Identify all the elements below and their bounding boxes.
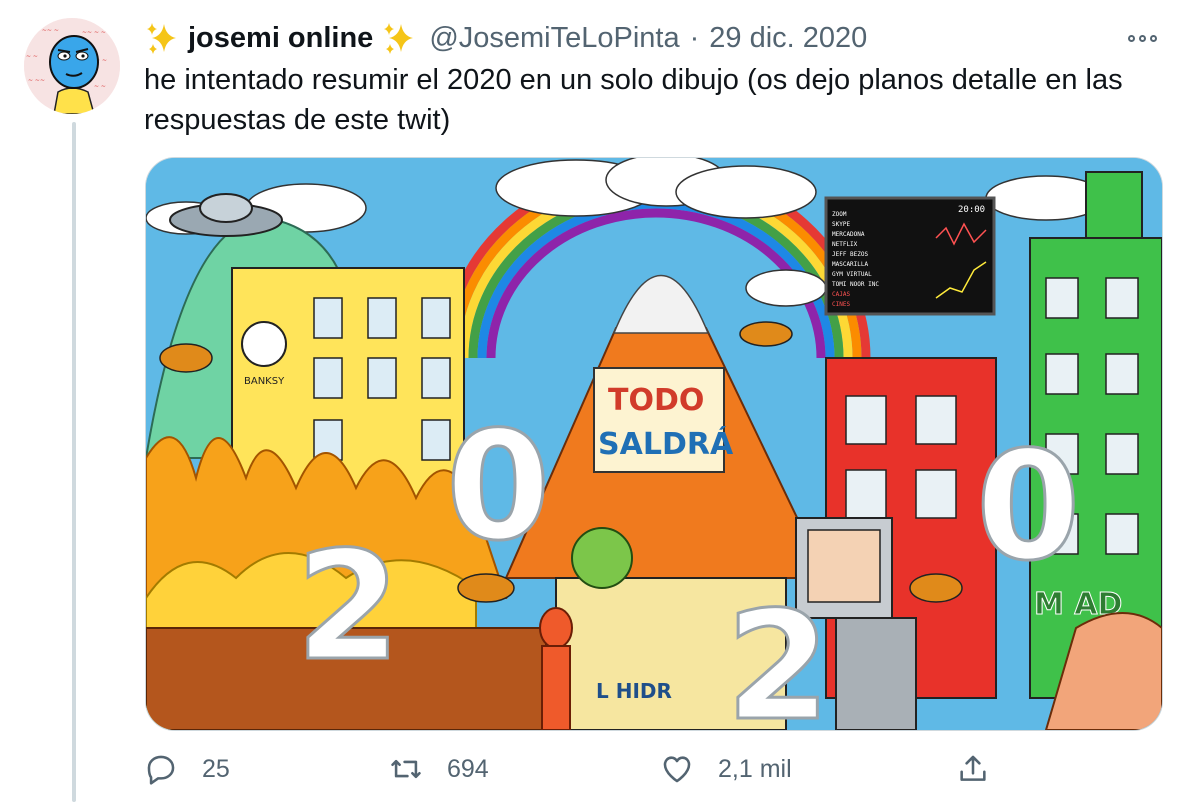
reply-button[interactable]: 25 (144, 744, 230, 794)
author-display-name[interactable]: josemi online (188, 18, 373, 58)
more-options-icon[interactable] (1122, 24, 1162, 52)
banksy-label: BANKSY (244, 376, 285, 387)
retweet-icon (391, 759, 421, 779)
svg-text:0: 0 (446, 400, 550, 574)
like-count: 2,1 mil (718, 754, 792, 783)
illustration: BANKSY TODO SALDRÁ 20:00 ZOOM SKYPE MERCAD… (146, 158, 1162, 730)
tweet-text: he intentado resumir el 2020 en un solo … (144, 64, 1123, 136)
svg-text:2: 2 (726, 580, 830, 730)
author-avatar[interactable]: ~ ~ ~~ ~~~ ~ ~ ~ ~~~ ~ ~ ~~~ ~ (24, 18, 120, 114)
retweet-button[interactable]: 694 (389, 744, 489, 794)
reply-icon (147, 755, 175, 785)
tweet-media-image[interactable]: BANKSY TODO SALDRÁ 20:00 ZOOM SKYPE MERCAD… (145, 157, 1163, 731)
svg-text:CINES: CINES (832, 301, 850, 308)
heart-icon (663, 756, 691, 783)
svg-text:0: 0 (976, 420, 1080, 594)
sparkles-icon (381, 20, 417, 56)
svg-text:~ ~: ~ ~ (94, 83, 106, 90)
tweet-header: josemi online @JosemiTeLoPinta · 29 dic.… (144, 18, 867, 58)
thread-line (72, 122, 76, 802)
svg-text:GYM VIRTUAL: GYM VIRTUAL (832, 271, 872, 278)
svg-text:~ ~~: ~ ~~ (28, 77, 45, 84)
like-button[interactable]: 2,1 mil (660, 744, 792, 794)
svg-text:JEFF BEZOS: JEFF BEZOS (832, 251, 869, 258)
separator-dot: · (689, 22, 700, 54)
svg-text:~~ ~ ~: ~~ ~ ~ (82, 29, 106, 36)
board-time: 20:00 (958, 205, 985, 215)
reply-count: 25 (202, 754, 230, 783)
svg-text:ZOOM: ZOOM (832, 211, 847, 218)
svg-text:~ ~: ~ ~ (26, 53, 38, 60)
svg-text:CAJAS: CAJAS (832, 291, 850, 298)
cartoon-avatar-icon: ~ ~ ~~ ~~~ ~ ~ ~ ~~~ ~ ~ ~~~ ~ (24, 18, 120, 114)
svg-text:MERCADONA: MERCADONA (832, 231, 865, 238)
share-button[interactable] (956, 744, 1014, 794)
svg-text:NETFLIX: NETFLIX (832, 241, 858, 248)
svg-text:SKYPE: SKYPE (832, 221, 850, 228)
tweet-actions: 25 694 2,1 mil (144, 744, 1164, 794)
svg-text:2: 2 (296, 520, 400, 694)
author-handle[interactable]: @JosemiTeLoPinta (429, 18, 679, 58)
tweet-date[interactable]: 29 dic. 2020 (709, 18, 867, 58)
retweet-count: 694 (447, 754, 489, 783)
svg-text:SALDRÁ: SALDRÁ (598, 426, 734, 462)
svg-text:TOMI NOOR INC: TOMI NOOR INC (832, 281, 879, 288)
svg-text:MASCARILLA: MASCARILLA (832, 261, 869, 268)
share-icon (960, 755, 986, 781)
svg-text:TODO: TODO (608, 383, 704, 418)
hidro-sign: L HIDR (596, 679, 672, 703)
svg-text:~ ~ ~~ ~: ~ ~ ~~ ~ (28, 27, 59, 34)
sparkles-icon (144, 20, 180, 56)
